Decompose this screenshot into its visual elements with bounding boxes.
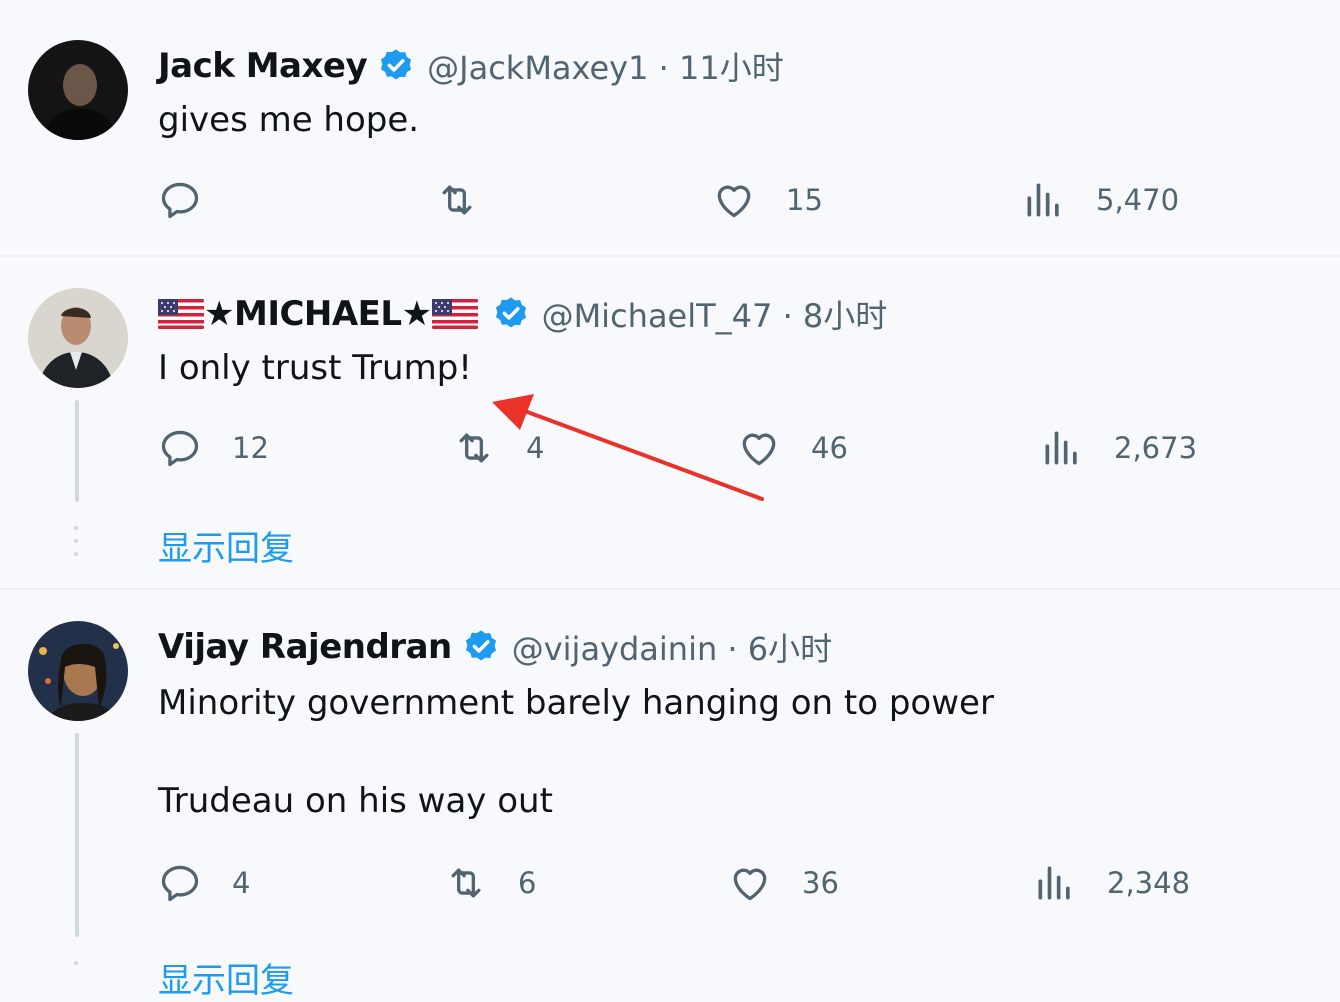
view-count: 5,470	[1096, 183, 1180, 217]
reply-count: 4	[232, 866, 251, 900]
views-icon	[1040, 426, 1084, 470]
handle-and-time[interactable]: @vijaydainin · 6小时	[512, 624, 832, 670]
like-button[interactable]: 15	[712, 178, 823, 222]
tweet-text-line-2: Trudeau on his way out	[158, 781, 553, 821]
tweet-header: Vijay Rajendran @vijaydainin · 6小时	[158, 621, 832, 673]
tweet-michael[interactable]: ★MICHAEL★ @MichaelT_47 · 8小时 I only trus…	[0, 258, 1340, 588]
tweet-text-line-1: Minority government barely hanging on to…	[158, 683, 994, 723]
like-count: 36	[802, 866, 839, 900]
retweet-button[interactable]	[435, 178, 509, 222]
thread-line	[75, 733, 79, 937]
divider	[0, 588, 1340, 590]
tweet-vijay-rajendran[interactable]: Vijay Rajendran @vijaydainin · 6小时 Minor…	[0, 591, 1340, 1001]
avatar[interactable]	[28, 621, 128, 721]
us-flag-icon	[432, 299, 478, 329]
reply-icon	[158, 861, 202, 905]
view-count: 2,348	[1107, 866, 1191, 900]
reply-button[interactable]	[158, 178, 232, 222]
like-icon	[712, 178, 756, 222]
views-icon	[1033, 861, 1077, 905]
thread-dots	[74, 961, 78, 974]
retweet-count: 4	[526, 431, 545, 465]
retweet-icon	[452, 426, 496, 470]
verified-badge-icon	[377, 47, 415, 85]
tweet-header: Jack Maxey @JackMaxey1 · 11小时	[158, 40, 784, 92]
show-replies-link[interactable]: 显示回复	[158, 953, 294, 1002]
handle-and-time[interactable]: @JackMaxey1 · 11小时	[427, 43, 784, 89]
tweet-text: I only trust Trump!	[158, 348, 472, 388]
reply-icon	[158, 178, 202, 222]
us-flag-icon	[158, 299, 204, 329]
view-count: 2,673	[1114, 431, 1198, 465]
verified-badge-icon	[492, 295, 530, 333]
tweet-header: ★MICHAEL★ @MichaelT_47 · 8小时	[158, 288, 887, 340]
thread-dots	[74, 526, 78, 565]
handle-and-time[interactable]: @MichaelT_47 · 8小时	[542, 291, 888, 337]
retweet-count: 6	[518, 866, 537, 900]
like-button[interactable]: 46	[737, 426, 848, 470]
views-button[interactable]: 2,348	[1033, 861, 1190, 905]
divider	[0, 255, 1340, 257]
verified-badge-icon	[462, 628, 500, 666]
avatar[interactable]	[28, 288, 128, 388]
show-replies-link[interactable]: 显示回复	[158, 521, 294, 570]
thread-line	[75, 400, 79, 502]
retweet-icon	[444, 861, 488, 905]
avatar[interactable]	[28, 40, 128, 140]
views-button[interactable]: 5,470	[1022, 178, 1179, 222]
reply-icon	[158, 426, 202, 470]
retweet-button[interactable]: 6	[444, 861, 536, 905]
like-icon	[728, 861, 772, 905]
like-button[interactable]: 36	[728, 861, 839, 905]
tweet-jack-maxey[interactable]: Jack Maxey @JackMaxey1 · 11小时 gives me h…	[0, 0, 1340, 255]
retweet-icon	[435, 178, 479, 222]
like-count: 46	[811, 431, 848, 465]
display-name[interactable]: Vijay Rajendran	[158, 627, 452, 667]
views-button[interactable]: 2,673	[1040, 426, 1197, 470]
tweet-text: gives me hope.	[158, 100, 420, 140]
reply-count: 12	[232, 431, 269, 465]
views-icon	[1022, 178, 1066, 222]
reply-button[interactable]: 12	[158, 426, 269, 470]
display-name[interactable]: ★MICHAEL★	[204, 294, 432, 334]
reply-button[interactable]: 4	[158, 861, 250, 905]
display-name[interactable]: Jack Maxey	[158, 46, 368, 86]
like-icon	[737, 426, 781, 470]
like-count: 15	[786, 183, 823, 217]
retweet-button[interactable]: 4	[452, 426, 544, 470]
